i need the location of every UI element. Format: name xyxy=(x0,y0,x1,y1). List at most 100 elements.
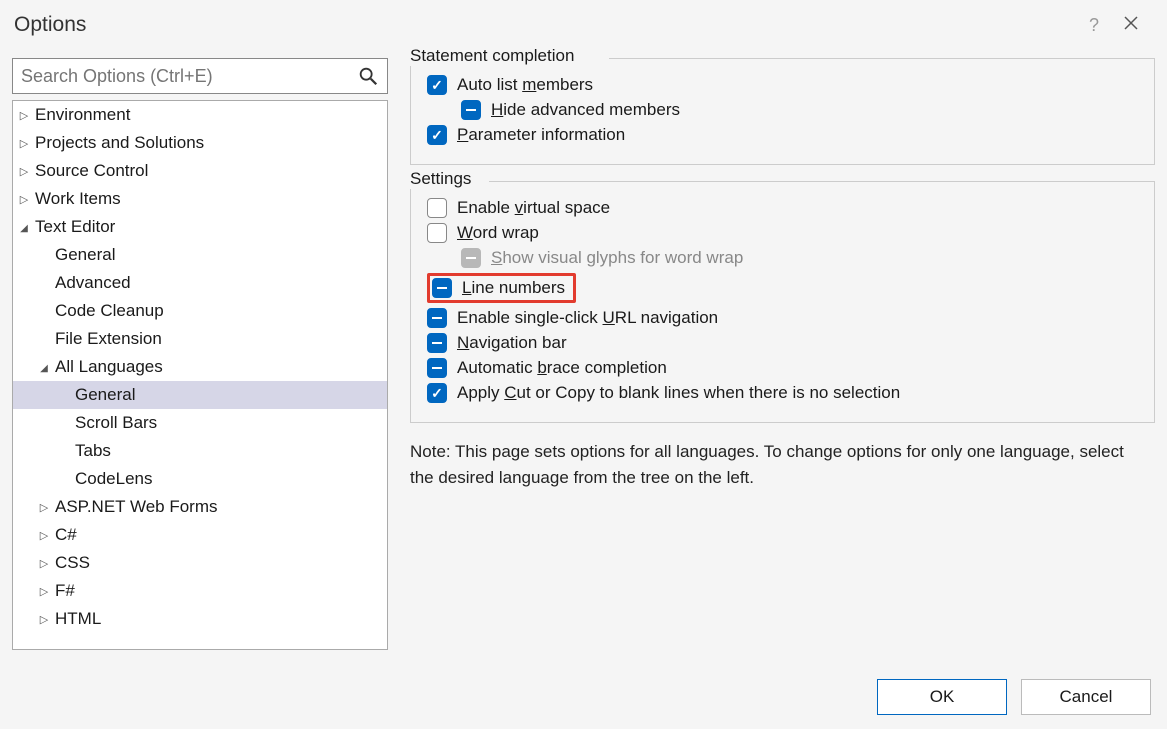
chevron-down-icon[interactable] xyxy=(37,360,51,374)
help-button[interactable]: ? xyxy=(1079,11,1109,40)
search-box[interactable] xyxy=(12,58,388,94)
tree-item-label: Source Control xyxy=(35,161,148,181)
brace-completion-option[interactable]: Automatic brace completion xyxy=(427,358,1138,378)
window-title: Options xyxy=(14,13,1079,37)
tree-item-label: HTML xyxy=(55,609,101,629)
show-glyphs-option: Show visual glyphs for word wrap xyxy=(427,248,1138,268)
group-legend: Settings xyxy=(410,169,477,189)
checkbox-icon[interactable] xyxy=(427,358,447,378)
tree-item-label: General xyxy=(55,245,115,265)
group-legend: Statement completion xyxy=(410,46,580,66)
options-tree[interactable]: Environment Projects and Solutions Source … xyxy=(12,100,388,650)
checkbox-icon[interactable] xyxy=(427,223,447,243)
tree-item-label: Scroll Bars xyxy=(75,413,157,433)
tree-item-label: Text Editor xyxy=(35,217,115,237)
close-icon xyxy=(1123,15,1139,31)
tree-item-label: ASP.NET Web Forms xyxy=(55,497,218,517)
tree-item-label: All Languages xyxy=(55,357,163,377)
chevron-right-icon[interactable] xyxy=(17,192,31,206)
chevron-right-icon[interactable] xyxy=(37,500,51,514)
tree-item-f-[interactable]: F# xyxy=(13,577,387,605)
tree-item-code-cleanup[interactable]: Code Cleanup xyxy=(13,297,387,325)
url-navigation-option[interactable]: Enable single-click URL navigation xyxy=(427,308,1138,328)
tree-item-label: Environment xyxy=(35,105,130,125)
tree-item-label: Work Items xyxy=(35,189,121,209)
tree-item-codelens[interactable]: CodeLens xyxy=(13,465,387,493)
chevron-right-icon[interactable] xyxy=(17,108,31,122)
checkbox-icon[interactable] xyxy=(427,383,447,403)
option-label: Auto list members xyxy=(457,75,593,95)
chevron-right-icon[interactable] xyxy=(37,556,51,570)
checkbox-icon xyxy=(461,248,481,268)
right-panel: Statement completion Auto list members H… xyxy=(388,58,1155,650)
highlight-box: Line numbers xyxy=(427,273,576,303)
option-label: Hide advanced members xyxy=(491,100,680,120)
chevron-right-icon[interactable] xyxy=(37,612,51,626)
tree-item-label: Tabs xyxy=(75,441,111,461)
option-label: Enable virtual space xyxy=(457,198,610,218)
tree-item-general[interactable]: General xyxy=(13,241,387,269)
ok-button[interactable]: OK xyxy=(877,679,1007,715)
tree-item-label: CodeLens xyxy=(75,469,153,489)
parameter-information-option[interactable]: Parameter information xyxy=(427,125,1138,145)
navigation-bar-option[interactable]: Navigation bar xyxy=(427,333,1138,353)
tree-item-label: F# xyxy=(55,581,75,601)
titlebar: Options ? xyxy=(0,0,1167,50)
checkbox-icon[interactable] xyxy=(427,125,447,145)
chevron-right-icon[interactable] xyxy=(37,584,51,598)
dialog-buttons: OK Cancel xyxy=(877,679,1151,715)
option-label: Word wrap xyxy=(457,223,539,243)
statement-completion-group: Statement completion Auto list members H… xyxy=(410,58,1155,165)
virtual-space-option[interactable]: Enable virtual space xyxy=(427,198,1138,218)
tree-item-label: Advanced xyxy=(55,273,131,293)
tree-item-projects-and-solutions[interactable]: Projects and Solutions xyxy=(13,129,387,157)
tree-item-all-languages[interactable]: All Languages xyxy=(13,353,387,381)
tree-item-c-[interactable]: C# xyxy=(13,521,387,549)
chevron-right-icon[interactable] xyxy=(17,136,31,150)
checkbox-icon[interactable] xyxy=(427,75,447,95)
checkbox-icon[interactable] xyxy=(427,198,447,218)
close-button[interactable] xyxy=(1109,11,1153,40)
tree-item-general[interactable]: General xyxy=(13,381,387,409)
option-label: Parameter information xyxy=(457,125,625,145)
tree-item-tabs[interactable]: Tabs xyxy=(13,437,387,465)
tree-item-text-editor[interactable]: Text Editor xyxy=(13,213,387,241)
chevron-down-icon[interactable] xyxy=(17,220,31,234)
cut-copy-blank-lines-option[interactable]: Apply Cut or Copy to blank lines when th… xyxy=(427,383,1138,403)
option-label: Navigation bar xyxy=(457,333,567,353)
checkbox-icon[interactable] xyxy=(427,308,447,328)
tree-item-css[interactable]: CSS xyxy=(13,549,387,577)
search-icon xyxy=(357,65,379,87)
option-label: Enable single-click URL navigation xyxy=(457,308,718,328)
tree-item-label: File Extension xyxy=(55,329,162,349)
tree-item-asp-net-web-forms[interactable]: ASP.NET Web Forms xyxy=(13,493,387,521)
chevron-right-icon[interactable] xyxy=(17,164,31,178)
hide-advanced-members-option[interactable]: Hide advanced members xyxy=(427,100,1138,120)
line-numbers-option[interactable]: Line numbers xyxy=(427,273,1138,303)
tree-item-label: Code Cleanup xyxy=(55,301,164,321)
auto-list-members-option[interactable]: Auto list members xyxy=(427,75,1138,95)
note-text: Note: This page sets options for all lan… xyxy=(410,439,1155,490)
tree-item-label: General xyxy=(75,385,135,405)
tree-item-label: C# xyxy=(55,525,77,545)
left-panel: Environment Projects and Solutions Source … xyxy=(12,58,388,650)
tree-item-html[interactable]: HTML xyxy=(13,605,387,633)
checkbox-icon[interactable] xyxy=(461,100,481,120)
option-label: Apply Cut or Copy to blank lines when th… xyxy=(457,383,900,403)
cancel-button[interactable]: Cancel xyxy=(1021,679,1151,715)
tree-item-work-items[interactable]: Work Items xyxy=(13,185,387,213)
tree-item-advanced[interactable]: Advanced xyxy=(13,269,387,297)
settings-group: Settings Enable virtual space Word wrap … xyxy=(410,181,1155,423)
word-wrap-option[interactable]: Word wrap xyxy=(427,223,1138,243)
tree-item-source-control[interactable]: Source Control xyxy=(13,157,387,185)
tree-item-scroll-bars[interactable]: Scroll Bars xyxy=(13,409,387,437)
tree-item-label: CSS xyxy=(55,553,90,573)
chevron-right-icon[interactable] xyxy=(37,528,51,542)
tree-item-label: Projects and Solutions xyxy=(35,133,204,153)
option-label: Automatic brace completion xyxy=(457,358,667,378)
tree-item-environment[interactable]: Environment xyxy=(13,101,387,129)
tree-item-file-extension[interactable]: File Extension xyxy=(13,325,387,353)
checkbox-icon[interactable] xyxy=(432,278,452,298)
checkbox-icon[interactable] xyxy=(427,333,447,353)
search-input[interactable] xyxy=(21,66,357,87)
